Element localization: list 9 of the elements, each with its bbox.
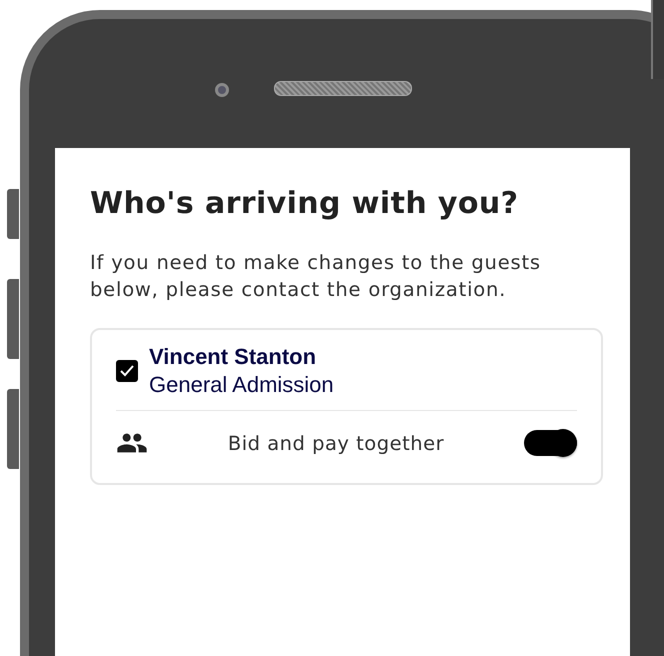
toggle-switch[interactable] [524,430,577,456]
page-title: Who's arriving with you? [90,186,520,221]
camera-icon [215,82,229,96]
guest-checkbox[interactable] [116,360,138,382]
guest-name: Vincent Stanton [149,344,318,370]
description-text: If you need to make changes to the guests below, please contact the organization. [90,250,542,303]
ticket-type: General Admission [149,372,334,398]
checkmark-icon [120,365,134,377]
option-label: Bid and pay together [226,432,446,454]
